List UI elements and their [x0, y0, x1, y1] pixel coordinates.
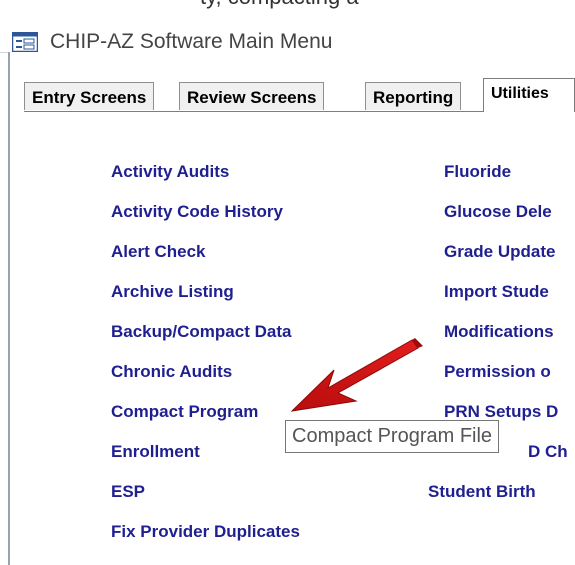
link-enrollment[interactable]: Enrollment — [111, 442, 200, 462]
window-titlebar: CHIP-AZ Software Main Menu — [0, 12, 575, 53]
link-chronic-audits[interactable]: Chronic Audits — [111, 362, 232, 382]
clipped-top-text: ty, compacting a — [200, 0, 359, 10]
link-prn-setups[interactable]: PRN Setups D — [444, 402, 558, 422]
link-fluoride[interactable]: Fluoride — [444, 162, 511, 182]
tab-bar: Entry Screens Review Screens Reporting U… — [24, 78, 575, 112]
link-activity-audits[interactable]: Activity Audits — [111, 162, 229, 182]
link-partially-covered[interactable]: D Ch — [528, 442, 568, 462]
link-modifications[interactable]: Modifications — [444, 322, 554, 342]
link-esp[interactable]: ESP — [111, 482, 145, 502]
tab-reporting[interactable]: Reporting — [365, 82, 462, 110]
link-glucose-delete[interactable]: Glucose Dele — [444, 202, 552, 222]
window-title: CHIP-AZ Software Main Menu — [50, 30, 333, 53]
link-student-birth[interactable]: Student Birth — [428, 482, 536, 502]
top-strip: ty, compacting a — [0, 0, 575, 12]
tab-utilities[interactable]: Utilities — [483, 78, 575, 112]
link-archive-listing[interactable]: Archive Listing — [111, 282, 234, 302]
form-icon — [11, 31, 39, 53]
link-permission[interactable]: Permission o — [444, 362, 551, 382]
tab-review-screens[interactable]: Review Screens — [179, 82, 325, 110]
link-activity-code-history[interactable]: Activity Code History — [111, 202, 283, 222]
window-left-border — [8, 52, 10, 565]
tab-entry-screens[interactable]: Entry Screens — [24, 82, 155, 110]
tooltip: Compact Program File — [285, 420, 500, 453]
link-alert-check[interactable]: Alert Check — [111, 242, 205, 262]
link-compact-program[interactable]: Compact Program — [111, 402, 258, 422]
link-backup-compact-data[interactable]: Backup/Compact Data — [111, 322, 291, 342]
link-grade-update[interactable]: Grade Update — [444, 242, 555, 262]
link-fix-provider-duplicates[interactable]: Fix Provider Duplicates — [111, 522, 300, 542]
link-import-students[interactable]: Import Stude — [444, 282, 549, 302]
